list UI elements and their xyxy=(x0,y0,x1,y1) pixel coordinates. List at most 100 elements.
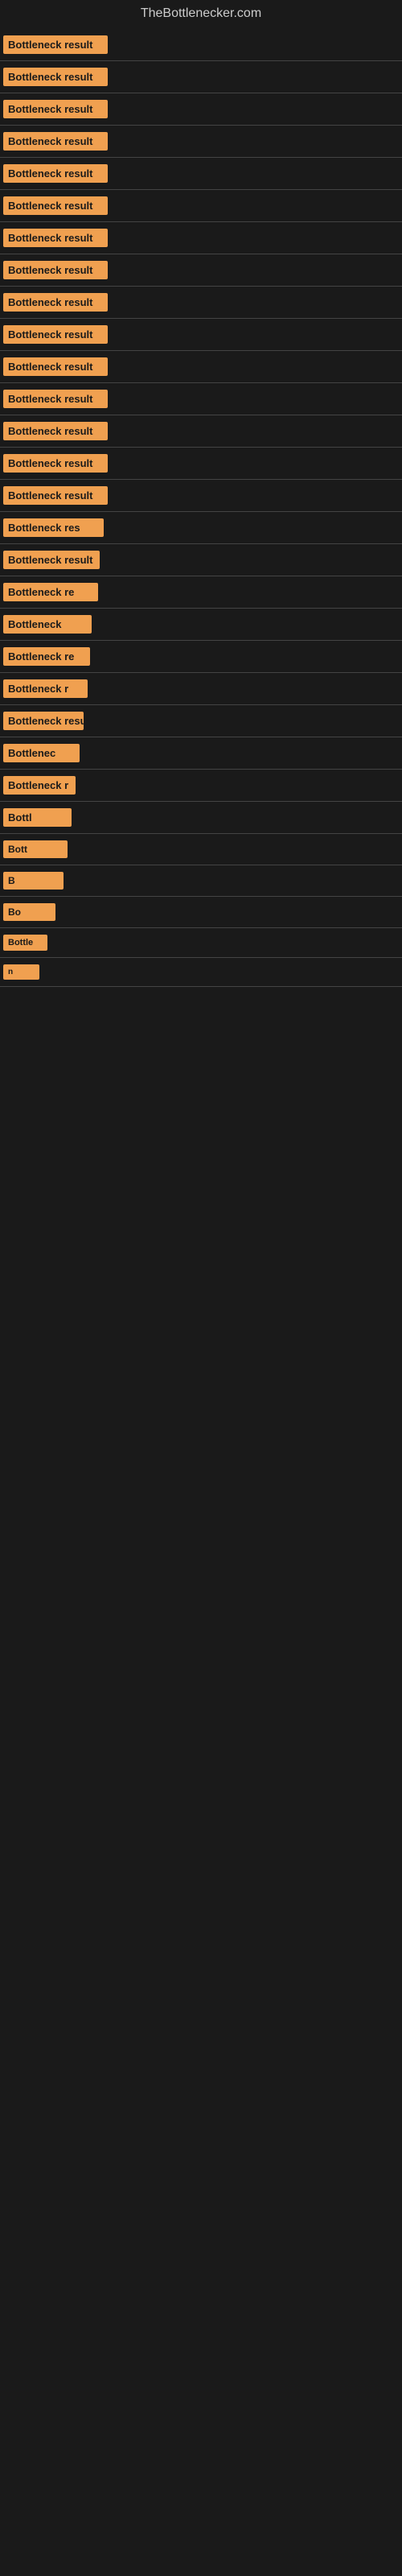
empty-space xyxy=(0,1230,402,1278)
bottleneck-label: Bottleneck result xyxy=(3,132,108,151)
empty-space xyxy=(0,1568,402,1616)
bottleneck-label: Bottl xyxy=(3,808,72,827)
list-item[interactable]: Bottleneck r xyxy=(0,675,402,703)
separator xyxy=(0,608,402,609)
bottleneck-label: Bottleneck result xyxy=(3,261,108,279)
bottleneck-label: Bottleneck resu xyxy=(3,712,84,730)
list-item[interactable]: Bottleneck result xyxy=(0,385,402,413)
bottleneck-label: Bottleneck result xyxy=(3,68,108,86)
bottleneck-label: B xyxy=(3,872,64,890)
list-item[interactable]: Bottleneck result xyxy=(0,353,402,381)
list-item[interactable]: Bottleneck result xyxy=(0,417,402,445)
bottleneck-label: Bottleneck result xyxy=(3,325,108,344)
bottleneck-label: Bottleneck result xyxy=(3,293,108,312)
list-item[interactable]: Bottleneck resu xyxy=(0,707,402,735)
separator xyxy=(0,543,402,544)
bottleneck-label: Bottle xyxy=(3,935,47,951)
separator xyxy=(0,479,402,480)
bottleneck-label: Bottleneck res xyxy=(3,518,104,537)
bottleneck-label: Bottleneck result xyxy=(3,422,108,440)
bottleneck-label: Bott xyxy=(3,840,68,858)
empty-space xyxy=(0,1713,402,1761)
separator xyxy=(0,769,402,770)
separator xyxy=(0,927,402,928)
list-item[interactable]: Bottleneck result xyxy=(0,288,402,316)
list-item[interactable]: Bo xyxy=(0,898,402,926)
bottleneck-label: Bottleneck result xyxy=(3,454,108,473)
list-item[interactable]: Bottleneck res xyxy=(0,514,402,542)
separator xyxy=(0,125,402,126)
bottleneck-label: Bottleneck re xyxy=(3,647,90,666)
separator xyxy=(0,286,402,287)
separator xyxy=(0,704,402,705)
bottleneck-label: n xyxy=(3,964,39,980)
empty-space xyxy=(0,1278,402,1327)
separator xyxy=(0,447,402,448)
empty-space xyxy=(0,1520,402,1568)
separator xyxy=(0,833,402,834)
empty-space xyxy=(0,1375,402,1423)
empty-space xyxy=(0,1761,402,1810)
empty-space xyxy=(0,1472,402,1520)
bottleneck-label: Bottleneck xyxy=(3,615,92,634)
bottleneck-label: Bottleneck result xyxy=(3,196,108,215)
list-item[interactable]: Bottleneck result xyxy=(0,31,402,59)
list-item[interactable]: Bottleneck result xyxy=(0,546,402,574)
bottleneck-label: Bottleneck result xyxy=(3,164,108,183)
list-item[interactable]: n xyxy=(0,960,402,985)
separator xyxy=(0,221,402,222)
empty-space xyxy=(0,1616,402,1665)
site-title: TheBottlenecker.com xyxy=(0,0,402,27)
separator xyxy=(0,896,402,897)
empty-space xyxy=(0,1665,402,1713)
bottleneck-label: Bottleneck result xyxy=(3,35,108,54)
list-item[interactable]: Bottleneck result xyxy=(0,224,402,252)
list-item[interactable]: Bottleneck result xyxy=(0,95,402,123)
separator xyxy=(0,189,402,190)
list-item[interactable]: Bottleneck result xyxy=(0,320,402,349)
empty-space xyxy=(0,989,402,1037)
separator xyxy=(0,672,402,673)
bottleneck-label: Bottleneck re xyxy=(3,583,98,601)
empty-space xyxy=(0,1182,402,1230)
list-item[interactable]: Bottleneck result xyxy=(0,481,402,510)
separator xyxy=(0,957,402,958)
empty-space xyxy=(0,1133,402,1182)
bottleneck-label: Bottleneck result xyxy=(3,390,108,408)
separator xyxy=(0,640,402,641)
separator xyxy=(0,986,402,987)
separator xyxy=(0,511,402,512)
list-item[interactable]: Bott xyxy=(0,836,402,863)
bottleneck-label: Bottlenec xyxy=(3,744,80,762)
empty-space xyxy=(0,1037,402,1085)
list-item[interactable]: Bottleneck result xyxy=(0,192,402,220)
bottleneck-label: Bo xyxy=(3,903,55,921)
list-item[interactable]: Bottleneck xyxy=(0,610,402,638)
empty-space xyxy=(0,1327,402,1375)
separator xyxy=(0,382,402,383)
list-item[interactable]: Bottleneck result xyxy=(0,127,402,155)
bottleneck-label: Bottleneck r xyxy=(3,679,88,698)
bottleneck-label: Bottleneck result xyxy=(3,357,108,376)
list-item[interactable]: Bottleneck re xyxy=(0,578,402,606)
list-item[interactable]: Bottleneck result xyxy=(0,449,402,477)
bottleneck-label: Bottleneck result xyxy=(3,229,108,247)
bottleneck-container: Bottleneck result Bottleneck result Bott… xyxy=(0,27,402,1813)
list-item[interactable]: Bottleneck re xyxy=(0,642,402,671)
list-item[interactable]: Bottleneck result xyxy=(0,159,402,188)
list-item[interactable]: Bottl xyxy=(0,803,402,832)
list-item[interactable]: B xyxy=(0,867,402,894)
separator xyxy=(0,60,402,61)
list-item[interactable]: Bottleneck r xyxy=(0,771,402,799)
separator xyxy=(0,350,402,351)
empty-space xyxy=(0,1423,402,1472)
bottleneck-label: Bottleneck result xyxy=(3,486,108,505)
bottleneck-label: Bottleneck result xyxy=(3,551,100,569)
separator xyxy=(0,801,402,802)
list-item[interactable]: Bottleneck result xyxy=(0,63,402,91)
bottleneck-label: Bottleneck r xyxy=(3,776,76,795)
list-item[interactable]: Bottlenec xyxy=(0,739,402,767)
separator xyxy=(0,318,402,319)
list-item[interactable]: Bottle xyxy=(0,930,402,956)
list-item[interactable]: Bottleneck result xyxy=(0,256,402,284)
